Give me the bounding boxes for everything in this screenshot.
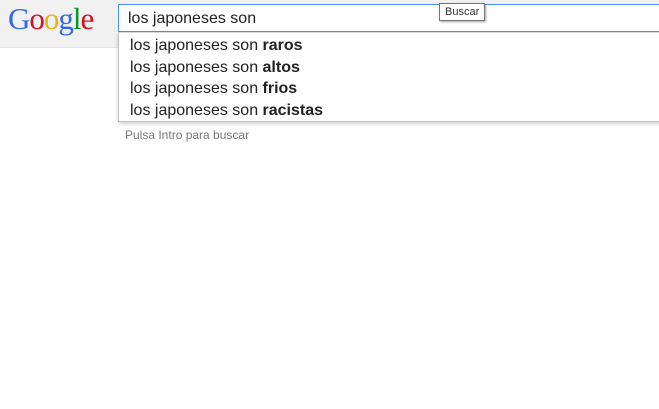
logo-letter: o [29,1,44,36]
search-hint-text: Pulsa Intro para buscar [125,128,250,142]
suggestion-completion: frios [262,80,298,97]
logo-letter: g [58,1,73,36]
logo-letter: o [43,1,59,36]
search-page: Google los japoneses son Buscar los japo… [0,0,659,409]
suggestion-item[interactable]: los japoneses son frios [119,78,659,100]
suggestion-completion: raros [262,37,303,54]
google-logo[interactable]: Google [8,1,95,37]
search-input[interactable]: los japoneses son [128,9,256,29]
suggestion-completion: altos [262,58,300,76]
search-button-tooltip: Buscar [439,3,486,21]
suggestion-prefix: los japoneses son [130,37,263,54]
suggestion-item[interactable]: los japoneses son racistas [119,100,659,122]
suggestion-prefix: los japoneses son [130,58,263,76]
suggestion-item[interactable]: los japoneses son raros [119,35,659,57]
search-box[interactable]: los japoneses son [118,4,659,32]
logo-letter: G [8,1,30,36]
autocomplete-dropdown: los japoneses son raros los japoneses so… [118,32,659,122]
suggestion-completion: racistas [262,101,324,119]
suggestion-item[interactable]: los japoneses son altos [119,57,659,79]
logo-letter: l [72,1,82,36]
suggestion-prefix: los japoneses son [130,80,263,97]
logo-letter: e [80,1,95,36]
suggestion-prefix: los japoneses son [130,101,263,119]
